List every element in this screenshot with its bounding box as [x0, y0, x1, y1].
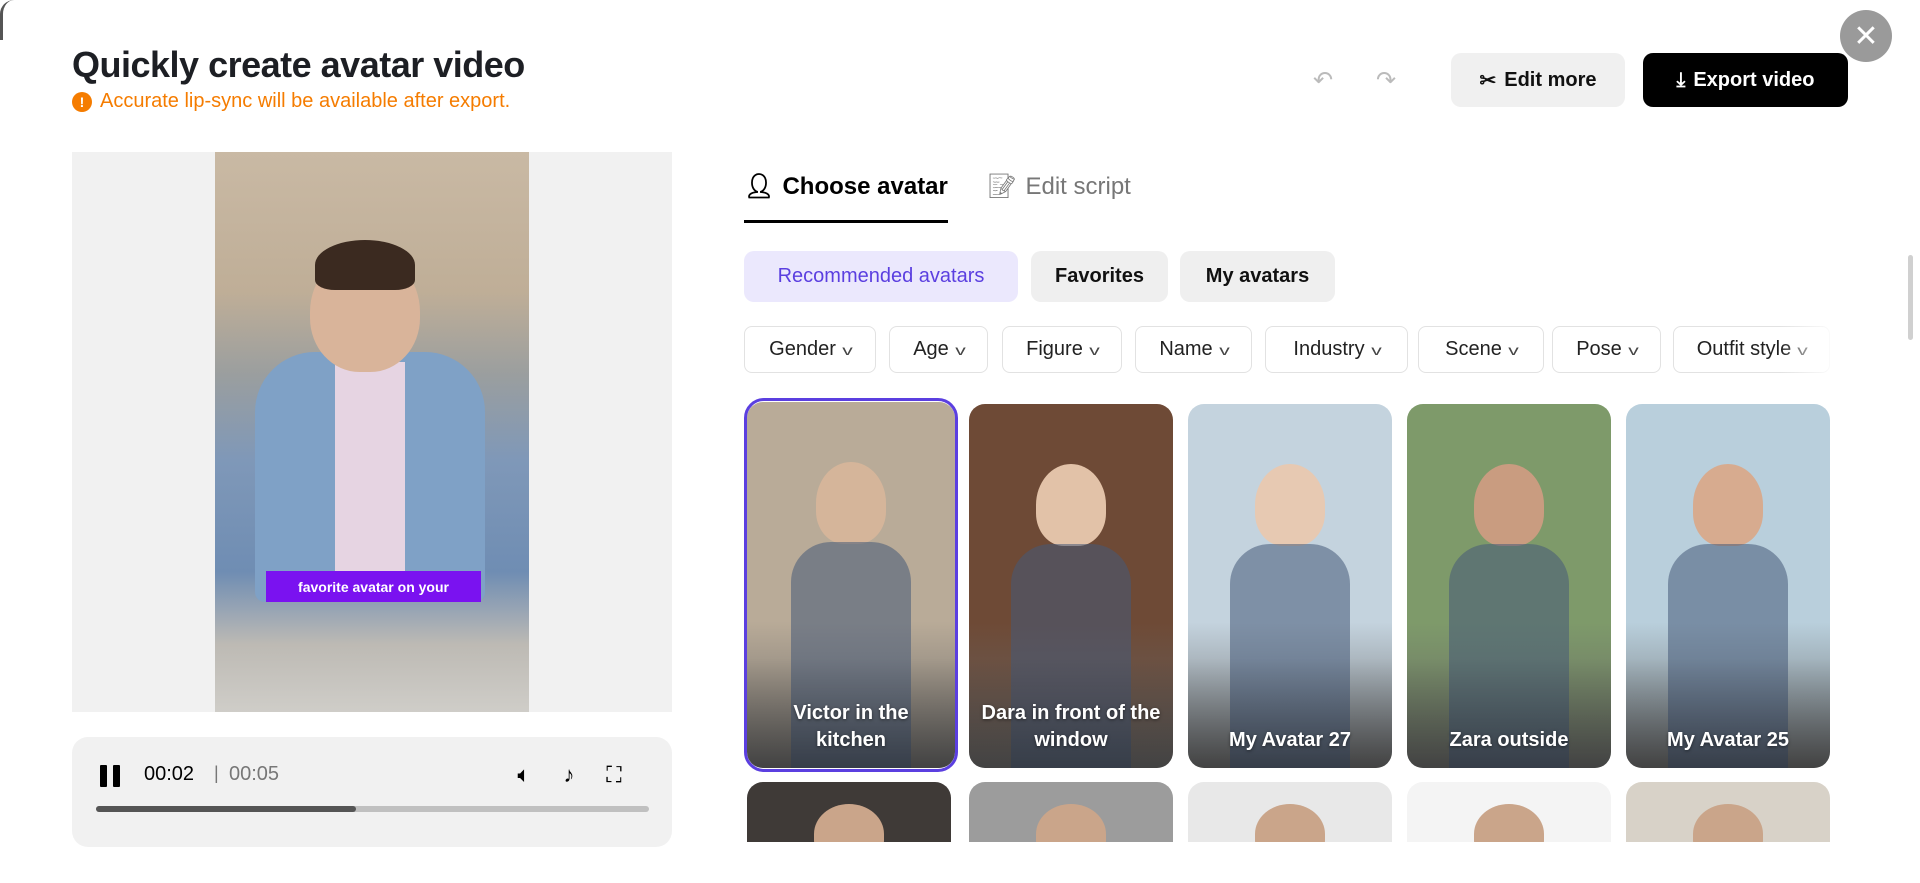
avatar-name: My Avatar 27 — [1229, 729, 1351, 751]
tab-edit-script[interactable]: 📝︎ Edit script — [987, 172, 1131, 201]
chevron-down-icon: v — [1218, 341, 1230, 358]
progress-fill — [96, 806, 356, 812]
warning-icon: ! — [72, 91, 92, 112]
avatar-card[interactable]: My Avatar 27 — [1188, 404, 1392, 768]
avatar-name: My Avatar 25 — [1667, 729, 1789, 751]
avatar-icon: 👤︎ — [744, 173, 775, 200]
avatar-card[interactable] — [1626, 782, 1830, 842]
video-caption: favorite avatar on your — [266, 571, 481, 602]
lip-sync-warning: ! Accurate lip-sync will be available aft… — [72, 90, 510, 113]
filter-label: Age — [913, 338, 949, 360]
tab-choose-avatar[interactable]: 👤︎ Choose avatar — [744, 172, 948, 201]
avatar-card[interactable]: Zara outside — [1407, 404, 1611, 768]
chevron-down-icon: v — [955, 341, 966, 358]
selected-avatar-outline — [744, 398, 958, 772]
tab-label: Edit script — [1025, 172, 1131, 200]
avatar-video-frame: favorite avatar on your — [215, 152, 529, 712]
filter-overflow-fade — [1780, 320, 1840, 380]
redo-icon[interactable]: ↷ — [1368, 62, 1404, 98]
avatar-card[interactable] — [1407, 782, 1611, 842]
close-icon[interactable]: ✕ — [1840, 10, 1892, 62]
avatar-name: Dara in front of the window — [981, 702, 1161, 751]
chevron-down-icon: v — [1628, 341, 1639, 358]
filter-label: Scene — [1445, 338, 1502, 360]
filter-label: Outfit style — [1696, 338, 1792, 360]
filter-label: Pose — [1576, 338, 1622, 360]
filter-scene[interactable]: Scene v — [1418, 326, 1544, 373]
download-icon: ⤓ — [1676, 68, 1686, 91]
filter-gender[interactable]: Gender v — [744, 326, 876, 373]
tiktok-icon[interactable]: ♪ — [554, 760, 584, 790]
current-time: 00:02 — [144, 763, 195, 785]
volume-icon[interactable]: 🔈︎ — [509, 760, 539, 790]
progress-slider[interactable] — [96, 806, 649, 812]
subtab-favorites[interactable]: Favorites — [1031, 251, 1168, 302]
active-tab-indicator — [744, 220, 948, 223]
filter-label: Gender — [769, 338, 836, 360]
scrollbar[interactable] — [1908, 255, 1913, 340]
filter-label: Industry — [1293, 338, 1365, 360]
script-icon: 📝︎ — [987, 173, 1018, 200]
avatar-card[interactable] — [747, 782, 951, 842]
subtab-my-avatars[interactable]: My avatars — [1180, 251, 1335, 302]
export-video-button[interactable]: ⤓ Export video — [1643, 53, 1848, 107]
avatar-card[interactable] — [1188, 782, 1392, 842]
pause-icon[interactable] — [100, 765, 120, 787]
chevron-down-icon: v — [1089, 341, 1100, 358]
filter-industry[interactable]: Industry v — [1265, 326, 1408, 373]
chevron-down-icon: v — [842, 341, 853, 358]
warning-text: Accurate lip-sync will be available afte… — [100, 90, 511, 112]
video-player-controls: 00:02 | 00:05 🔈︎ ♪ ⛶ — [72, 737, 672, 847]
avatar-card[interactable]: Dara in front of the window — [969, 404, 1173, 768]
undo-icon[interactable]: ↶ — [1305, 62, 1341, 98]
avatar-card[interactable]: My Avatar 25 — [1626, 404, 1830, 768]
avatar-name: Zara outside — [1449, 729, 1569, 751]
filter-name[interactable]: Name v — [1135, 326, 1252, 373]
total-time: 00:05 — [229, 763, 280, 785]
chevron-down-icon: v — [1370, 341, 1382, 358]
video-preview[interactable]: favorite avatar on your — [72, 152, 672, 712]
subtab-recommended[interactable]: Recommended avatars — [744, 251, 1018, 302]
edit-more-label: Edit more — [1504, 68, 1597, 91]
filter-age[interactable]: Age v — [889, 326, 988, 373]
filter-pose[interactable]: Pose v — [1552, 326, 1661, 373]
fullscreen-icon[interactable]: ⛶ — [599, 760, 629, 790]
filter-figure[interactable]: Figure v — [1002, 326, 1122, 373]
edit-more-button[interactable]: ✂ Edit more — [1451, 53, 1625, 107]
time-separator: | — [214, 763, 219, 783]
export-label: Export video — [1693, 68, 1815, 91]
modal-edge — [0, 0, 14, 40]
filter-label: Name — [1159, 338, 1213, 360]
filter-label: Figure — [1026, 338, 1083, 360]
tab-label: Choose avatar — [782, 172, 948, 200]
page-title: Quickly create avatar video — [72, 44, 525, 85]
chevron-down-icon: v — [1508, 341, 1519, 358]
avatar-card[interactable] — [969, 782, 1173, 842]
scissors-icon: ✂ — [1479, 69, 1497, 92]
